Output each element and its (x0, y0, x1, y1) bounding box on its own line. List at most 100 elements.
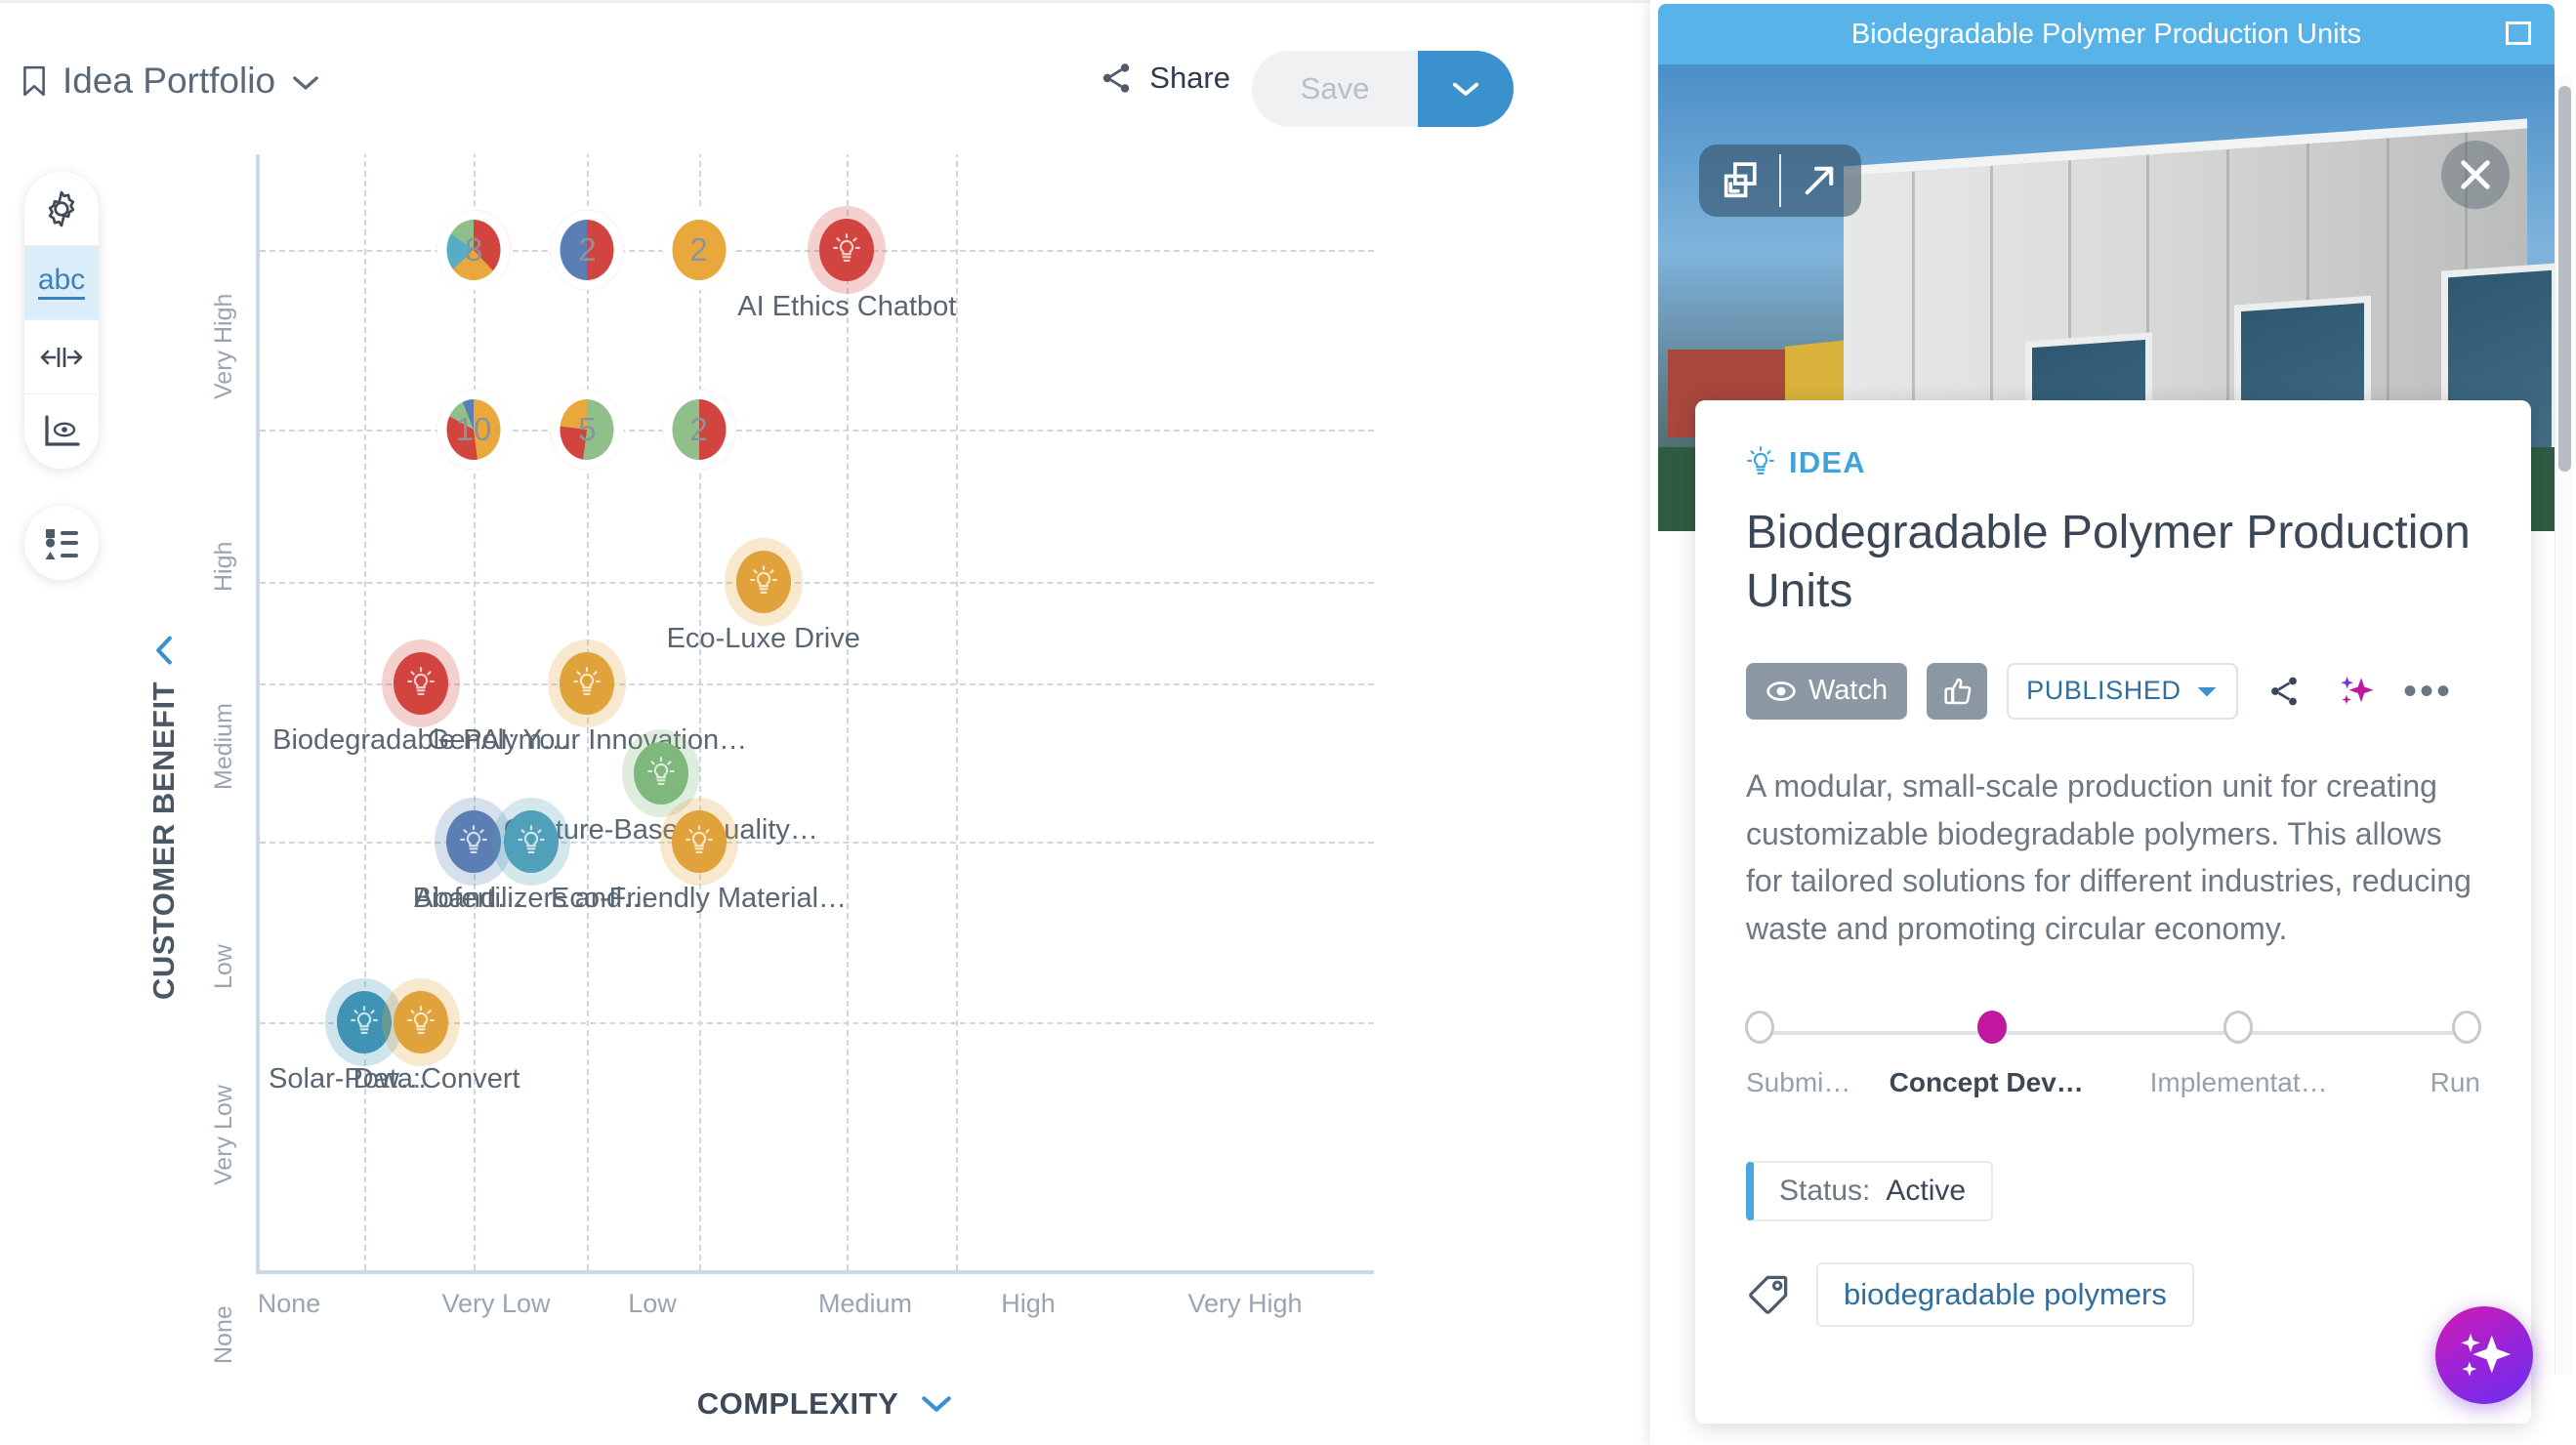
top-bar: Idea Portfolio Share Save (0, 0, 1650, 154)
axis-visibility-button[interactable] (24, 394, 99, 469)
x-axis-title-group[interactable]: COMPLEXITY (0, 1386, 1650, 1422)
lightbulb-icon (1747, 446, 1774, 475)
idea-action-bar: Watch PUBLISHED ••• (1746, 662, 2480, 720)
ai-assist-icon-button[interactable] (2330, 665, 2383, 718)
minimize-box-icon[interactable] (2506, 21, 2531, 45)
idea-halo (382, 639, 461, 727)
cluster-count: 5 (578, 410, 597, 447)
stage-label-submit: Submi… (1746, 1067, 1851, 1098)
cluster-node[interactable]: 2 (662, 209, 736, 290)
cluster-node[interactable]: 10 (436, 389, 511, 470)
close-panel-button[interactable] (2441, 141, 2510, 209)
save-button[interactable]: Save (1252, 51, 1418, 127)
cluster-node[interactable]: 5 (550, 389, 624, 470)
publish-status-select[interactable]: PUBLISHED (2007, 662, 2238, 720)
idea-node[interactable]: Eco-Luxe Drive (667, 537, 860, 654)
cluster-ring[interactable]: 5 (550, 389, 624, 470)
restore-window-icon[interactable] (1713, 152, 1769, 209)
more-dots-icon: ••• (2403, 669, 2454, 713)
chevron-down-icon (1452, 82, 1479, 96)
chart-tool-palette: abc (24, 172, 99, 469)
x-tick-high: High (1001, 1289, 1056, 1318)
cluster-ring[interactable]: 2 (662, 389, 736, 470)
cluster-ring[interactable]: 2 (550, 209, 624, 290)
chevron-down-icon[interactable] (920, 1393, 953, 1415)
legend-list-icon (45, 529, 78, 559)
chevron-down-icon[interactable] (291, 73, 320, 93)
chevron-down-icon (2197, 686, 2216, 697)
watch-label: Watch (1808, 675, 1889, 707)
idea-label: Biofertilizers and… (412, 882, 651, 914)
cluster-count: 2 (689, 230, 708, 268)
y-axis-title-group[interactable]: CUSTOMER BENEFIT (146, 635, 182, 1000)
x-tick-medium: Medium (817, 1289, 913, 1318)
hero-toolbar (1699, 144, 1861, 217)
idea-type-badge: IDEA (1746, 445, 2480, 480)
app-root: Idea Portfolio Share Save abc CUSTOMER B… (0, 0, 2576, 1445)
idea-node[interactable]: AI Ethics Chatbot (737, 205, 956, 322)
cluster-count: 8 (464, 230, 483, 268)
top-divider (0, 0, 1650, 3)
idea-node[interactable]: Data:Convert (353, 977, 520, 1094)
more-options-button[interactable]: ••• (2402, 665, 2455, 718)
share-icon-button[interactable] (2258, 665, 2310, 718)
idea-node[interactable]: Eco-Friendly Material… (551, 797, 847, 914)
stage-node-concept-dev[interactable] (1976, 1011, 2007, 1045)
y-tick-medium: Medium (210, 703, 237, 791)
idea-node[interactable]: Biofertilizers and… (413, 797, 650, 914)
cluster-ring[interactable]: 2 (662, 209, 736, 290)
x-tick-none: None (257, 1289, 321, 1318)
cluster-node[interactable]: 2 (550, 209, 624, 290)
idea-halo (382, 977, 461, 1066)
x-tick-very-high: Very High (1187, 1289, 1303, 1318)
like-button[interactable] (1927, 662, 1988, 720)
tag-chip[interactable]: biodegradable polymers (1816, 1262, 2194, 1328)
panel-scrollbar[interactable] (2555, 76, 2572, 1375)
y-tick-low: Low (210, 944, 237, 989)
watch-button[interactable]: Watch (1746, 662, 1908, 720)
idea-stage-slider[interactable] (1745, 1011, 2481, 1055)
idea-node[interactable]: GenAI: Your Innovation… (428, 639, 747, 756)
share-icon (1103, 63, 1130, 93)
y-tick-very-high: Very High (210, 293, 237, 400)
status-badge: Status: Active (1746, 1161, 1994, 1222)
save-options-button[interactable] (1418, 51, 1514, 127)
stage-node-implementation[interactable] (2223, 1011, 2253, 1045)
axis-range-button[interactable] (24, 320, 99, 394)
gridline-v (474, 142, 477, 1270)
gridline-v (847, 142, 850, 1270)
bookmark-icon (23, 65, 45, 97)
stage-node-submit[interactable] (1745, 1011, 1774, 1045)
panel-window-title: Biodegradable Polymer Production Units (1850, 18, 2362, 50)
legend-button[interactable] (24, 506, 99, 580)
idea-label: Biodegradable Polym… (272, 723, 570, 756)
cluster-node[interactable]: 8 (436, 209, 511, 290)
cluster-ring[interactable]: 10 (436, 389, 511, 470)
idea-type-label: IDEA (1789, 445, 1866, 479)
idea-title: Biodegradable Polymer Production Units (1746, 507, 2471, 618)
labels-toggle-button[interactable]: abc (24, 246, 99, 320)
cluster-count: 2 (578, 230, 597, 268)
idea-portfolio-chart: CUSTOMER BENEFIT Very High High Medium L… (0, 117, 1650, 1445)
thumbs-up-icon (1944, 678, 1972, 705)
sparkle-icon (2461, 1333, 2512, 1377)
settings-button[interactable] (24, 172, 99, 246)
idea-halo (659, 797, 738, 886)
idea-node[interactable]: Gesture-Based Quality… (504, 729, 818, 846)
open-external-icon[interactable] (1791, 152, 1848, 209)
chevron-down-icon[interactable] (153, 635, 175, 666)
axis-visibility-icon (45, 415, 80, 446)
ai-assistant-button[interactable] (2435, 1306, 2533, 1404)
panel-scrollbar-thumb[interactable] (2558, 86, 2571, 472)
cluster-ring[interactable]: 8 (436, 209, 511, 290)
idea-halo (492, 797, 571, 886)
share-button[interactable]: Share (1099, 61, 1230, 96)
sparkle-icon (2340, 676, 2374, 705)
cluster-node[interactable]: 2 (662, 389, 736, 470)
stage-node-run[interactable] (2452, 1011, 2481, 1045)
portfolio-title-group[interactable]: Idea Portfolio (21, 61, 320, 102)
stage-track-line (1760, 1031, 2467, 1036)
idea-detail-card: IDEA Biodegradable Polymer Production Un… (1695, 400, 2531, 1424)
idea-node[interactable]: Biodegradable Polym… (272, 639, 570, 756)
y-tick-very-low: Very Low (210, 1085, 237, 1185)
